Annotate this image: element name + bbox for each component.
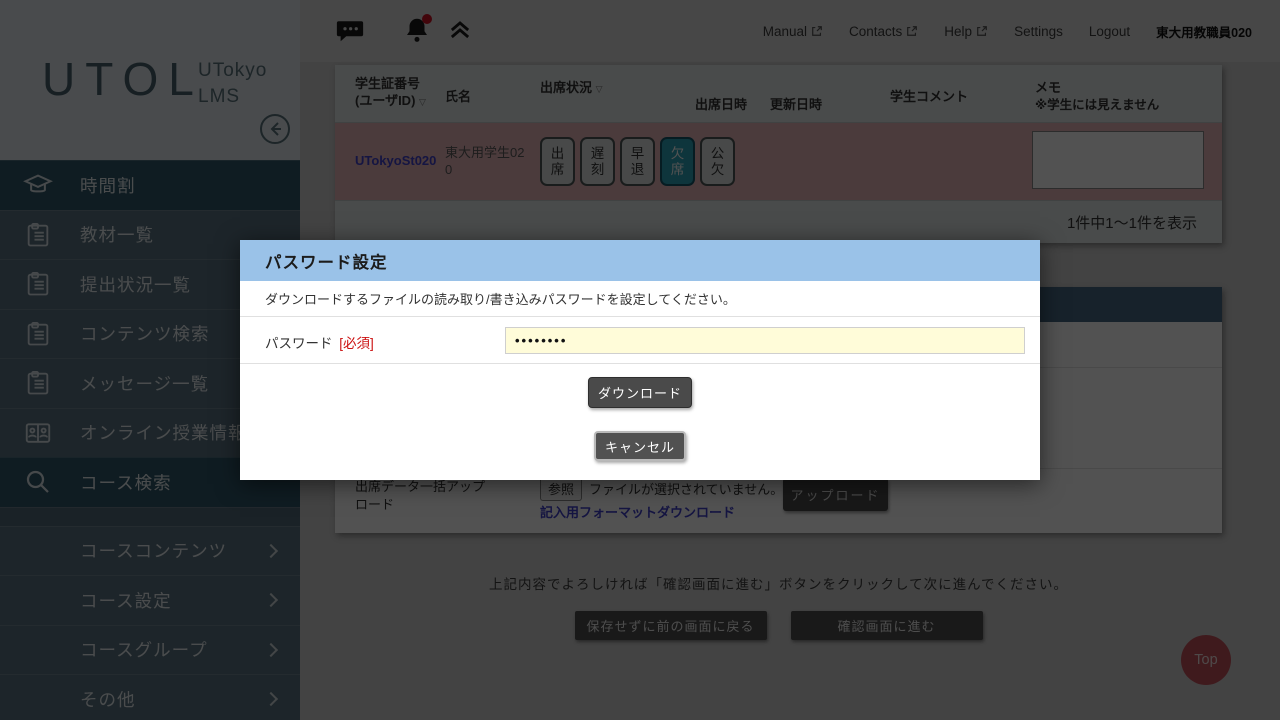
password-form-row: パスワード [必須]: [240, 317, 1040, 364]
modal-buttons: ダウンロード キャンセル: [240, 377, 1040, 492]
modal-title: パスワード設定: [265, 249, 388, 273]
modal-description-row: ダウンロードするファイルの読み取り/書き込みパスワードを設定してください。: [240, 281, 1040, 317]
password-modal: パスワード設定 ダウンロードするファイルの読み取り/書き込みパスワードを設定して…: [240, 240, 1040, 480]
modal-description: ダウンロードするファイルの読み取り/書き込みパスワードを設定してください。: [265, 289, 736, 308]
modal-header: パスワード設定: [240, 240, 1040, 281]
cancel-button[interactable]: キャンセル: [594, 431, 686, 461]
password-field-label: パスワード [必須]: [265, 332, 374, 352]
utol-app: UTOL UTokyo LMS 時間割 教材一覧: [0, 0, 1280, 720]
password-input[interactable]: [505, 327, 1025, 354]
required-badge: [必須]: [339, 336, 374, 351]
download-button[interactable]: ダウンロード: [588, 377, 692, 408]
